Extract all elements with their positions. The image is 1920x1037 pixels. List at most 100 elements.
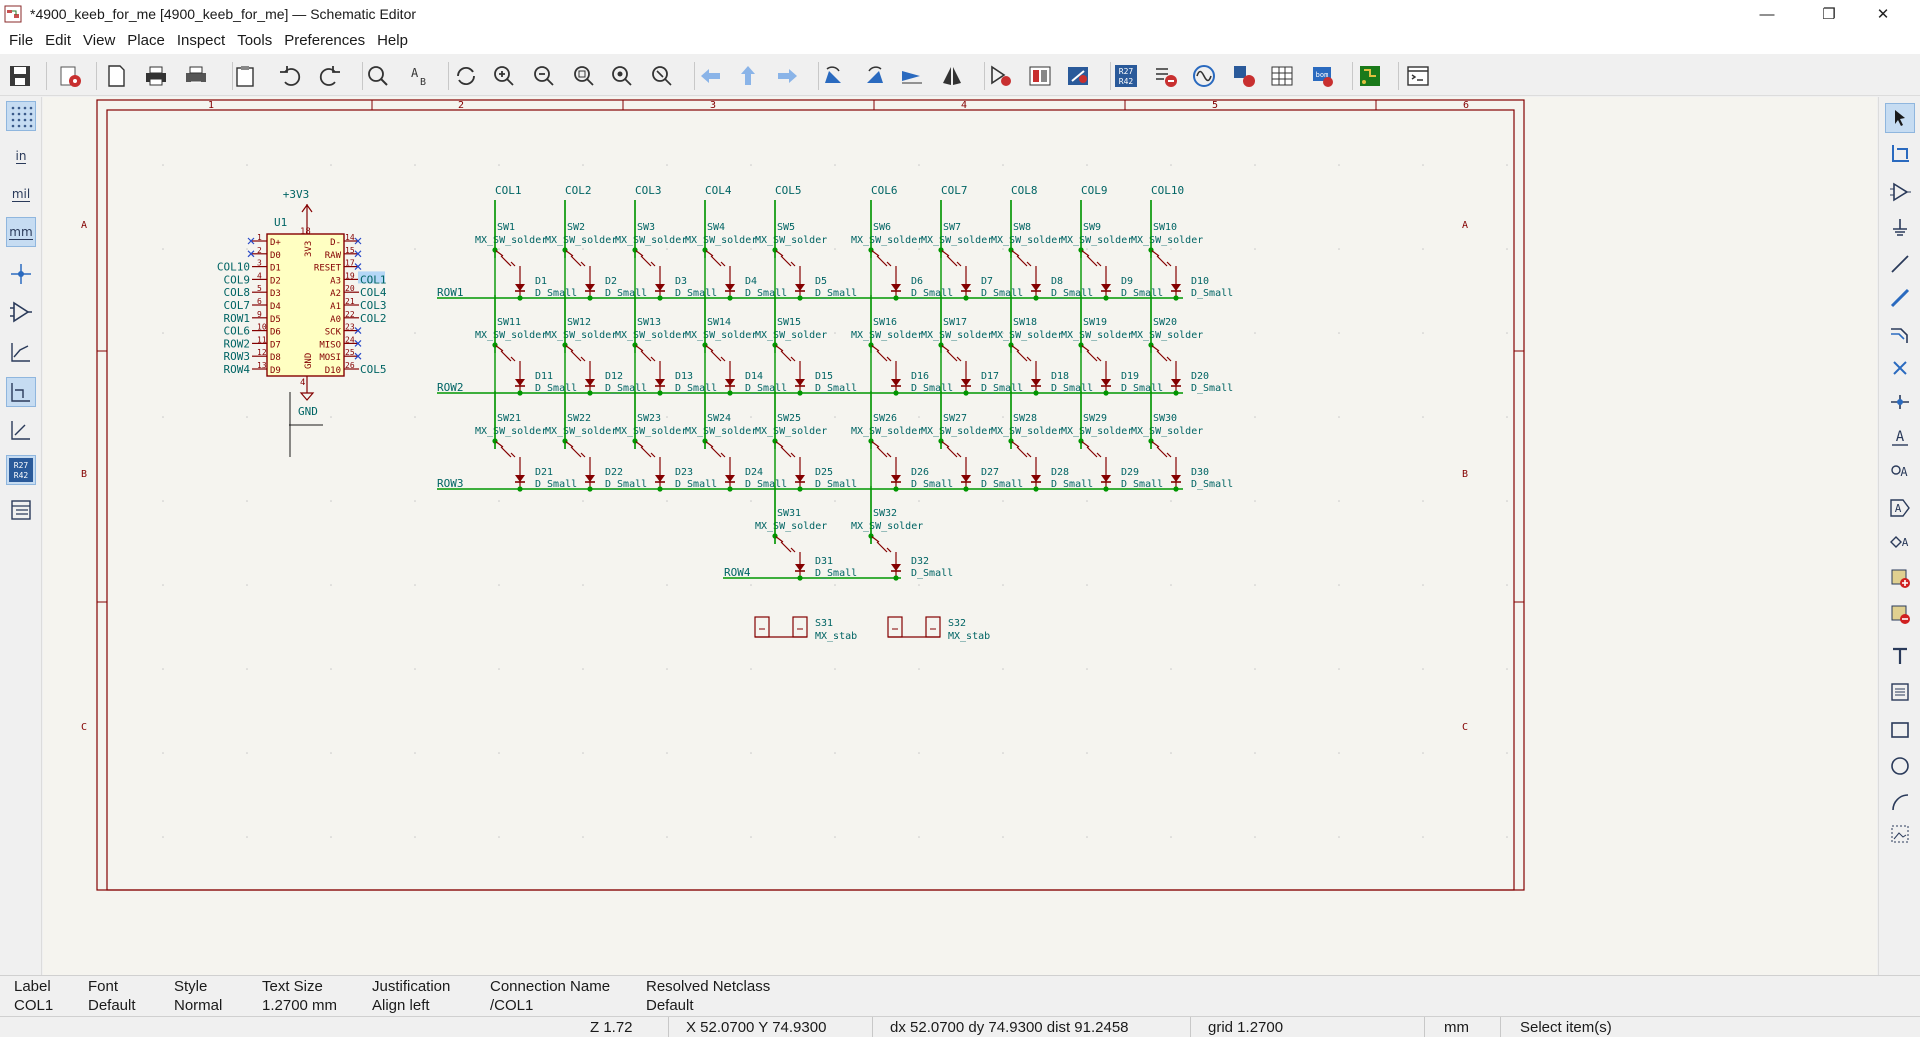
add-textbox-icon[interactable] xyxy=(1885,677,1915,707)
find-icon[interactable] xyxy=(364,62,392,90)
pin-number: 24 xyxy=(345,335,355,344)
grid-dot xyxy=(246,584,248,586)
add-rectangle-icon[interactable] xyxy=(1885,715,1915,745)
zoom-fit-icon[interactable] xyxy=(570,62,598,90)
add-hier-label-icon[interactable]: A xyxy=(1885,527,1915,557)
menu-place[interactable]: Place xyxy=(121,28,171,54)
line-mode-45-icon[interactable] xyxy=(6,415,36,445)
plot-icon[interactable] xyxy=(182,62,210,90)
zoom-in-icon[interactable] xyxy=(490,62,518,90)
menu-help[interactable]: Help xyxy=(371,28,414,54)
annotate-r-icon[interactable]: R27 R42 xyxy=(1112,62,1140,90)
paste-icon[interactable] xyxy=(231,62,259,90)
page-settings-icon[interactable] xyxy=(102,62,130,90)
undo-icon[interactable] xyxy=(276,62,304,90)
erc-icon[interactable] xyxy=(1152,62,1180,90)
units-mils-button[interactable]: mil xyxy=(6,179,36,209)
add-wire-icon[interactable] xyxy=(1885,249,1915,279)
grid-dot xyxy=(666,584,668,586)
no-connect-icon[interactable] xyxy=(1885,353,1915,383)
menu-edit[interactable]: Edit xyxy=(39,28,77,54)
add-symbol-icon[interactable] xyxy=(1885,177,1915,207)
select-arrow-icon[interactable] xyxy=(1885,103,1915,133)
units-inches-button[interactable]: in xyxy=(6,141,36,171)
simulator-icon[interactable] xyxy=(1190,62,1218,90)
add-image-icon[interactable] xyxy=(1885,819,1915,849)
switch-reference: SW2 xyxy=(567,222,585,233)
rotate-cw-icon[interactable] xyxy=(860,62,888,90)
pcb-editor-icon[interactable] xyxy=(1356,62,1384,90)
junction-dot xyxy=(1173,486,1179,492)
redo-icon[interactable] xyxy=(316,62,344,90)
add-arc-icon[interactable] xyxy=(1885,787,1915,817)
menu-file[interactable]: File xyxy=(3,28,39,54)
pin-name: SCK xyxy=(325,328,342,338)
diode-reference: D19 xyxy=(1121,371,1139,382)
bus-entry-icon[interactable] xyxy=(1885,319,1915,349)
pin-number: 9 xyxy=(257,310,262,319)
cursor-crosshair-icon[interactable] xyxy=(6,259,36,289)
menu-view[interactable]: View xyxy=(77,28,121,54)
schematic-setup-icon[interactable] xyxy=(56,62,84,90)
add-global-label-icon[interactable]: A xyxy=(1885,493,1915,523)
zoom-selection-icon[interactable] xyxy=(648,62,676,90)
grid-dot xyxy=(1170,500,1172,502)
assign-footprints-icon[interactable] xyxy=(1230,62,1258,90)
hierarchy-navigator-icon[interactable] xyxy=(6,495,36,525)
schematic-drawing[interactable]: 1 2 3 4 5 6A AB BC CU1+3V3183V34GNDGNDD+1D02D13C… xyxy=(43,97,1877,975)
grid-toggle-icon[interactable] xyxy=(6,101,36,131)
annotate-icon[interactable] xyxy=(1064,62,1092,90)
add-power-icon[interactable] xyxy=(1885,213,1915,243)
line-mode-free-icon[interactable] xyxy=(6,337,36,367)
grid-dot xyxy=(246,752,248,754)
symbol-browser-icon[interactable] xyxy=(1026,62,1054,90)
restore-button[interactable]: ❐ xyxy=(1806,0,1852,28)
grid-dot xyxy=(1338,668,1340,670)
import-sheet-pin-icon[interactable] xyxy=(1885,599,1915,629)
grid-dot xyxy=(666,668,668,670)
close-button[interactable]: ✕ xyxy=(1860,0,1906,28)
zoom-out-icon[interactable] xyxy=(530,62,558,90)
diode-value: D_Small xyxy=(815,383,857,394)
menu-preferences[interactable]: Preferences xyxy=(278,28,371,54)
zoom-objects-icon[interactable] xyxy=(608,62,636,90)
menu-inspect[interactable]: Inspect xyxy=(171,28,231,54)
menu-tools[interactable]: Tools xyxy=(231,28,278,54)
diode-reference: D25 xyxy=(815,467,833,478)
minimize-button[interactable]: — xyxy=(1744,0,1790,28)
add-text-icon[interactable] xyxy=(1885,641,1915,671)
find-replace-icon[interactable]: AB xyxy=(406,62,434,90)
bom-icon[interactable]: bom xyxy=(1308,62,1336,90)
pin-name: A2 xyxy=(330,289,341,299)
grid-dot xyxy=(918,752,920,754)
navigate-back-icon[interactable] xyxy=(696,62,724,90)
scripting-console-icon[interactable] xyxy=(1404,62,1432,90)
kicad-schematic-icon xyxy=(4,5,22,23)
rotate-ccw-icon[interactable] xyxy=(820,62,848,90)
hidden-pins-icon[interactable] xyxy=(6,297,36,327)
symbol-editor-icon[interactable] xyxy=(986,62,1014,90)
mirror-vertical-icon[interactable] xyxy=(898,62,926,90)
sheet-zone-letter: B xyxy=(81,469,87,480)
navigate-forward-icon[interactable] xyxy=(774,62,802,90)
add-bus-icon[interactable] xyxy=(1885,283,1915,313)
print-icon[interactable] xyxy=(142,62,170,90)
navigate-up-icon[interactable] xyxy=(734,62,762,90)
units-mm-button[interactable]: mm xyxy=(6,217,36,247)
junction-icon[interactable] xyxy=(1885,387,1915,417)
annotate-r-icon[interactable]: R27 R42 xyxy=(6,455,36,485)
column-label: COL3 xyxy=(635,184,662,197)
add-netclass-icon[interactable]: A xyxy=(1885,457,1915,487)
edit-fields-icon[interactable] xyxy=(1268,62,1296,90)
save-icon[interactable] xyxy=(6,62,34,90)
diode-value: D_Small xyxy=(981,383,1023,394)
add-label-icon[interactable]: A xyxy=(1885,423,1915,453)
refresh-icon[interactable] xyxy=(452,62,480,90)
line-mode-90-icon[interactable] xyxy=(6,377,36,407)
add-circle-icon[interactable] xyxy=(1885,751,1915,781)
highlight-net-icon[interactable] xyxy=(1885,139,1915,169)
schematic-canvas[interactable]: 1 2 3 4 5 6 A A B B C C U1 +3V3 18 3V3 4 GND GND D+ 1 D0 2 D1 3 C… xyxy=(43,97,1877,975)
add-sheet-icon[interactable] xyxy=(1885,563,1915,593)
sheet-zone-letter: C xyxy=(1462,722,1468,733)
mirror-horizontal-icon[interactable] xyxy=(938,62,966,90)
